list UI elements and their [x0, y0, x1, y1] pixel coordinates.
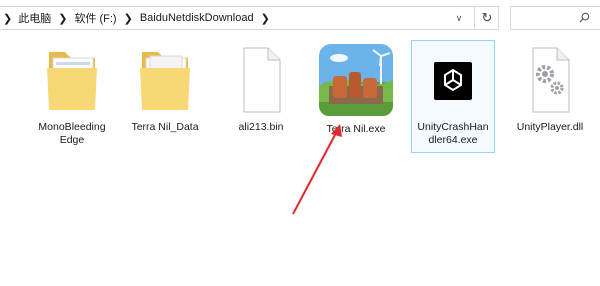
- annotation-arrow: [292, 124, 342, 215]
